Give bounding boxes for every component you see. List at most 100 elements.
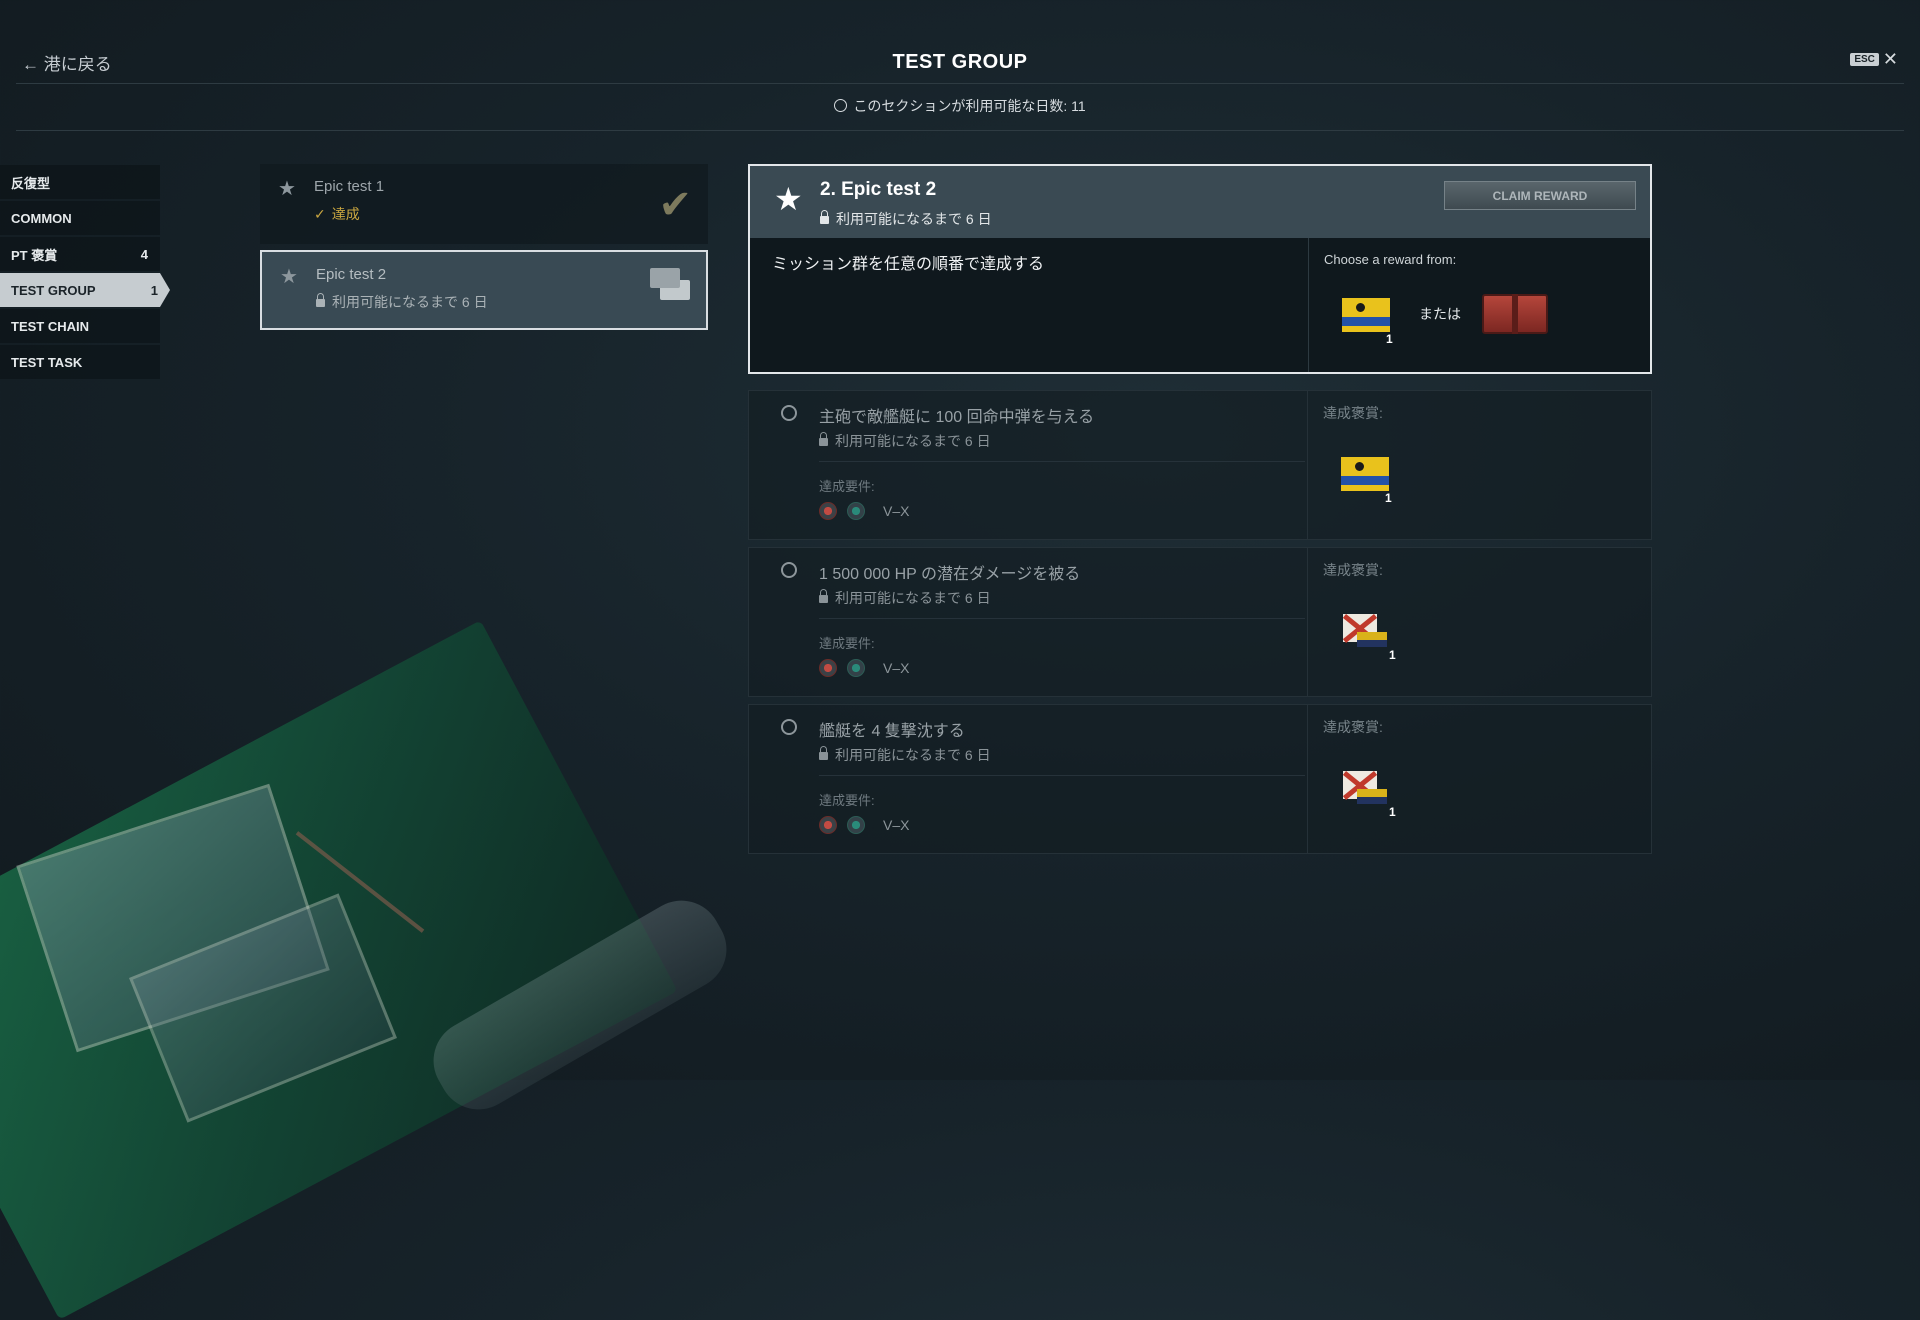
mission-detail-panel: ★ 2. Epic test 2 利用可能になるまで 6 日 CLAIM REW… [748, 164, 1652, 374]
detail-lock-status: 利用可能になるまで 6 日 [820, 209, 992, 229]
column-divider [1307, 548, 1308, 696]
mission-status-text: 達成 [331, 206, 360, 222]
nation-usa-icon [819, 816, 837, 834]
sidebar-item-repeatable[interactable]: 反復型 [0, 165, 160, 199]
task-row-2[interactable]: 1 500 000 HP の潜在ダメージを被る 利用可能になるまで 6 日 達成… [748, 547, 1652, 697]
task-checkbox[interactable] [781, 719, 797, 735]
task-reward-label: 達成褒賞: [1323, 405, 1383, 421]
column-divider [1307, 705, 1308, 853]
detail-header: ★ 2. Epic test 2 利用可能になるまで 6 日 CLAIM REW… [750, 166, 1650, 238]
choose-reward-label: Choose a reward from: [1324, 252, 1457, 267]
nation-europe-icon [847, 502, 865, 520]
reward-quantity: 1 [1386, 332, 1393, 346]
sidebar-item-test-chain[interactable]: TEST CHAIN [0, 309, 160, 343]
lock-icon [819, 746, 828, 760]
detail-lock-text: 利用可能になるまで 6 日 [836, 211, 992, 227]
lock-icon [819, 589, 828, 603]
column-divider [1308, 238, 1309, 372]
sidebar-item-count: 4 [140, 246, 148, 262]
yellow-blue-flag-icon[interactable] [1342, 298, 1390, 336]
sidebar-item-common[interactable]: COMMON [0, 201, 160, 235]
requirements-nations: V–X [819, 659, 909, 677]
task-lock-text: 利用可能になるまで 6 日 [835, 433, 991, 449]
task-row-3[interactable]: 艦艇を 4 隻撃沈する 利用可能になるまで 6 日 達成要件: V–X 達成褒賞… [748, 704, 1652, 854]
star-icon: ★ [774, 181, 803, 217]
sidebar-item-label: PT 褒賞 [11, 247, 58, 263]
completed-badge-icon: ✔ [658, 183, 692, 227]
sidebar-item-test-task[interactable]: TEST TASK [0, 345, 160, 379]
task-reward-label: 達成褒賞: [1323, 562, 1383, 578]
task-lock-status: 利用可能になるまで 6 日 [819, 745, 991, 765]
mission-status: ✓ 達成 [314, 204, 360, 224]
mission-card-epic-test-1[interactable]: ★ Epic test 1 ✓ 達成 ✔ [260, 164, 708, 244]
reward-quantity: 1 [1385, 491, 1392, 505]
availability-text: このセクションが利用可能な日数: 11 [853, 98, 1086, 114]
tier-range: V–X [883, 503, 910, 519]
clock-icon [834, 99, 848, 112]
detail-title: 2. Epic test 2 [820, 179, 937, 200]
requirements-nations: V–X [819, 502, 909, 520]
tier-range: V–X [883, 660, 910, 676]
requirements-label: 達成要件: [819, 793, 875, 808]
task-lock-text: 利用可能になるまで 6 日 [835, 747, 991, 763]
requirements-nations: V–X [819, 816, 909, 834]
sidebar-item-label: 反復型 [11, 175, 51, 191]
flag-reward-icon [650, 268, 690, 300]
sidebar-item-test-group[interactable]: TEST GROUP 1 [0, 273, 170, 307]
tier-range: V–X [883, 817, 910, 833]
task-divider [819, 775, 1305, 776]
page-title: TEST GROUP [892, 51, 1028, 73]
task-checkbox[interactable] [781, 562, 797, 578]
nation-usa-icon [819, 659, 837, 677]
category-sidebar: 反復型 COMMON PT 褒賞 4 TEST GROUP 1 TEST CHAIN… [0, 165, 170, 381]
detail-description: ミッション群を任意の順番で達成する [772, 256, 1045, 273]
check-icon: ✓ [314, 206, 326, 222]
red-cross-flag-icon [1342, 770, 1389, 807]
close-button[interactable]: ESC ✕ [1850, 50, 1898, 68]
requirements-label: 達成要件: [819, 479, 875, 494]
reward-quantity: 1 [1389, 805, 1396, 819]
task-lock-status: 利用可能になるまで 6 日 [819, 588, 991, 608]
sidebar-item-pt-rewards[interactable]: PT 褒賞 4 [0, 237, 160, 271]
task-checkbox[interactable] [781, 405, 797, 421]
task-reward-label: 達成褒賞: [1323, 719, 1383, 735]
lock-icon [316, 293, 325, 307]
nation-europe-icon [847, 659, 865, 677]
task-lock-text: 利用可能になるまで 6 日 [835, 590, 991, 606]
task-name: 艦艇を 4 隻撃沈する [819, 723, 965, 740]
crate-icon[interactable] [1482, 294, 1548, 334]
task-divider [819, 618, 1305, 619]
lock-icon [820, 210, 829, 224]
mission-status: 利用可能になるまで 6 日 [316, 292, 488, 312]
task-row-1[interactable]: 主砲で敵艦艇に 100 回命中弾を与える 利用可能になるまで 6 日 達成要件:… [748, 390, 1652, 540]
nation-usa-icon [819, 502, 837, 520]
star-icon: ★ [278, 178, 296, 200]
esc-key-badge: ESC [1850, 52, 1879, 66]
task-name: 主砲で敵艦艇に 100 回命中弾を与える [819, 409, 1095, 426]
column-divider [1307, 391, 1308, 539]
or-label: または [1419, 306, 1461, 322]
task-name: 1 500 000 HP の潜在ダメージを被る [819, 566, 1081, 583]
star-icon: ★ [280, 266, 298, 288]
nation-europe-icon [847, 816, 865, 834]
sidebar-item-label: TEST GROUP [11, 282, 96, 298]
mission-status-text: 利用可能になるまで 6 日 [332, 294, 488, 310]
sidebar-item-label: COMMON [11, 210, 72, 226]
mission-name: Epic test 2 [316, 266, 387, 283]
task-lock-status: 利用可能になるまで 6 日 [819, 431, 991, 451]
mission-name: Epic test 1 [314, 178, 385, 195]
availability-info: このセクションが利用可能な日数: 11 [0, 96, 1920, 116]
red-cross-flag-icon [1342, 613, 1389, 650]
close-icon[interactable]: ✕ [1883, 50, 1898, 68]
sidebar-item-label: TEST CHAIN [11, 318, 89, 334]
task-divider [819, 461, 1305, 462]
reward-quantity: 1 [1389, 648, 1396, 662]
sidebar-item-count: 1 [150, 282, 158, 298]
header-divider [16, 83, 1904, 84]
claim-reward-button[interactable]: CLAIM REWARD [1444, 181, 1636, 210]
yellow-blue-flag-icon [1341, 457, 1389, 495]
sidebar-item-label: TEST TASK [11, 354, 83, 370]
mission-card-epic-test-2[interactable]: ★ Epic test 2 利用可能になるまで 6 日 [260, 250, 708, 330]
lock-icon [819, 432, 828, 446]
requirements-label: 達成要件: [819, 636, 875, 651]
